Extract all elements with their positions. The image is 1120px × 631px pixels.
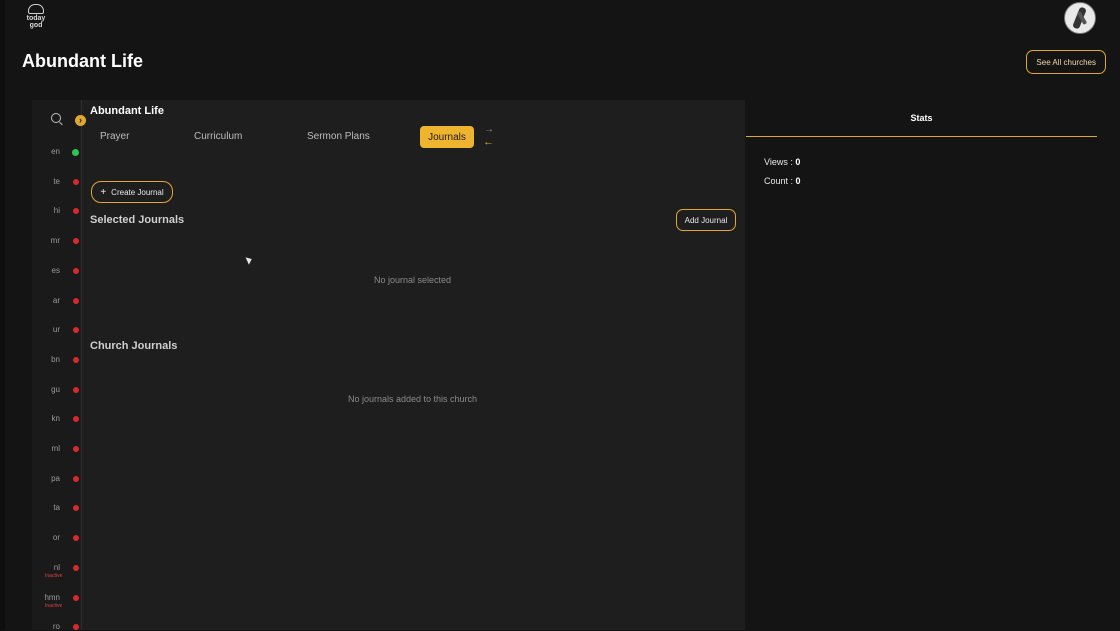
language-code-te[interactable]: te [53, 177, 60, 186]
window-edge [0, 0, 5, 630]
missing-status-icon [73, 268, 79, 274]
language-code-gu[interactable]: gu [51, 385, 60, 394]
language-code-ur[interactable]: ur [53, 325, 60, 334]
language-code-kn[interactable]: kn [52, 414, 60, 423]
language-code-en[interactable]: en [51, 147, 60, 156]
create-journal-label: Create Journal [111, 187, 164, 197]
chevron-right-icon[interactable]: › [75, 115, 86, 126]
church-name-heading: Abundant Life [90, 105, 164, 117]
selected-journals-heading: Selected Journals [90, 214, 185, 226]
language-code-pa[interactable]: pa [51, 474, 60, 483]
language-code-hmn[interactable]: hmn [44, 593, 60, 602]
plus-icon: + [100, 186, 107, 198]
language-code-nl[interactable]: nl [54, 563, 60, 572]
check-status-icon [72, 149, 79, 156]
stat-views-value: 0 [795, 157, 801, 167]
user-avatar[interactable] [1064, 2, 1096, 34]
missing-status-icon [73, 595, 79, 601]
stat-views-label: Views : [764, 157, 793, 167]
create-journal-button[interactable]: + Create Journal [91, 181, 173, 203]
arrow-left-icon[interactable]: ← [483, 136, 494, 148]
stat-count-value: 0 [795, 176, 801, 186]
arrow-right-icon[interactable]: → [484, 124, 494, 135]
logo-text: today god [26, 14, 46, 29]
language-sidebar: en te hi mr es ar ur bn gu kn ml pa ta or nl Inactive hm… [32, 100, 80, 631]
missing-status-icon [73, 535, 79, 541]
sidebar-divider [81, 100, 82, 630]
language-code-ta[interactable]: ta [53, 503, 60, 512]
stat-views: Views : 0 [764, 157, 800, 167]
missing-status-icon [73, 357, 79, 363]
search-icon[interactable] [51, 113, 61, 123]
missing-status-icon [73, 624, 79, 630]
see-all-churches-button[interactable]: See All churches [1026, 50, 1106, 74]
missing-status-icon [73, 476, 79, 482]
logo-mark-icon [28, 3, 44, 14]
missing-status-icon [73, 298, 79, 304]
language-code-or[interactable]: or [53, 533, 60, 542]
stat-count-label: Count : [764, 176, 794, 186]
missing-status-icon [73, 446, 79, 452]
language-status-hmn: Inactive [45, 603, 63, 609]
church-journals-heading: Church Journals [90, 340, 178, 352]
today-god-logo[interactable]: today god [24, 2, 48, 30]
language-code-mr[interactable]: mr [51, 236, 60, 245]
language-code-bn[interactable]: bn [51, 355, 60, 364]
add-journal-button[interactable]: Add Journal [676, 209, 736, 231]
selected-journals-empty: No journal selected [373, 275, 452, 285]
missing-status-icon [73, 416, 79, 422]
language-code-ar[interactable]: ar [53, 296, 60, 305]
stat-count: Count : 0 [764, 176, 801, 186]
language-code-ml[interactable]: ml [52, 444, 60, 453]
tab-journals[interactable]: Journals [420, 126, 474, 148]
tab-stats[interactable]: Stats [746, 100, 1097, 137]
missing-status-icon [73, 505, 79, 511]
tab-prayer[interactable]: Prayer [100, 131, 129, 142]
missing-status-icon [73, 565, 79, 571]
tab-sermon-plans[interactable]: Sermon Plans [307, 131, 370, 142]
language-code-es[interactable]: es [52, 266, 60, 275]
missing-status-icon [73, 327, 79, 333]
language-status-nl: Inactive [45, 573, 63, 579]
missing-status-icon [73, 208, 79, 214]
missing-status-icon [73, 179, 79, 185]
tab-curriculum[interactable]: Curriculum [194, 131, 242, 142]
missing-status-icon [73, 238, 79, 244]
church-content-panel: en te hi mr es ar ur bn gu kn ml pa ta or nl Inactive hm… [32, 100, 745, 631]
language-code-hi[interactable]: hi [54, 206, 60, 215]
page-title: Abundant Life [22, 51, 143, 71]
church-journals-empty: No journals added to this church [347, 394, 478, 404]
missing-status-icon [73, 387, 79, 393]
